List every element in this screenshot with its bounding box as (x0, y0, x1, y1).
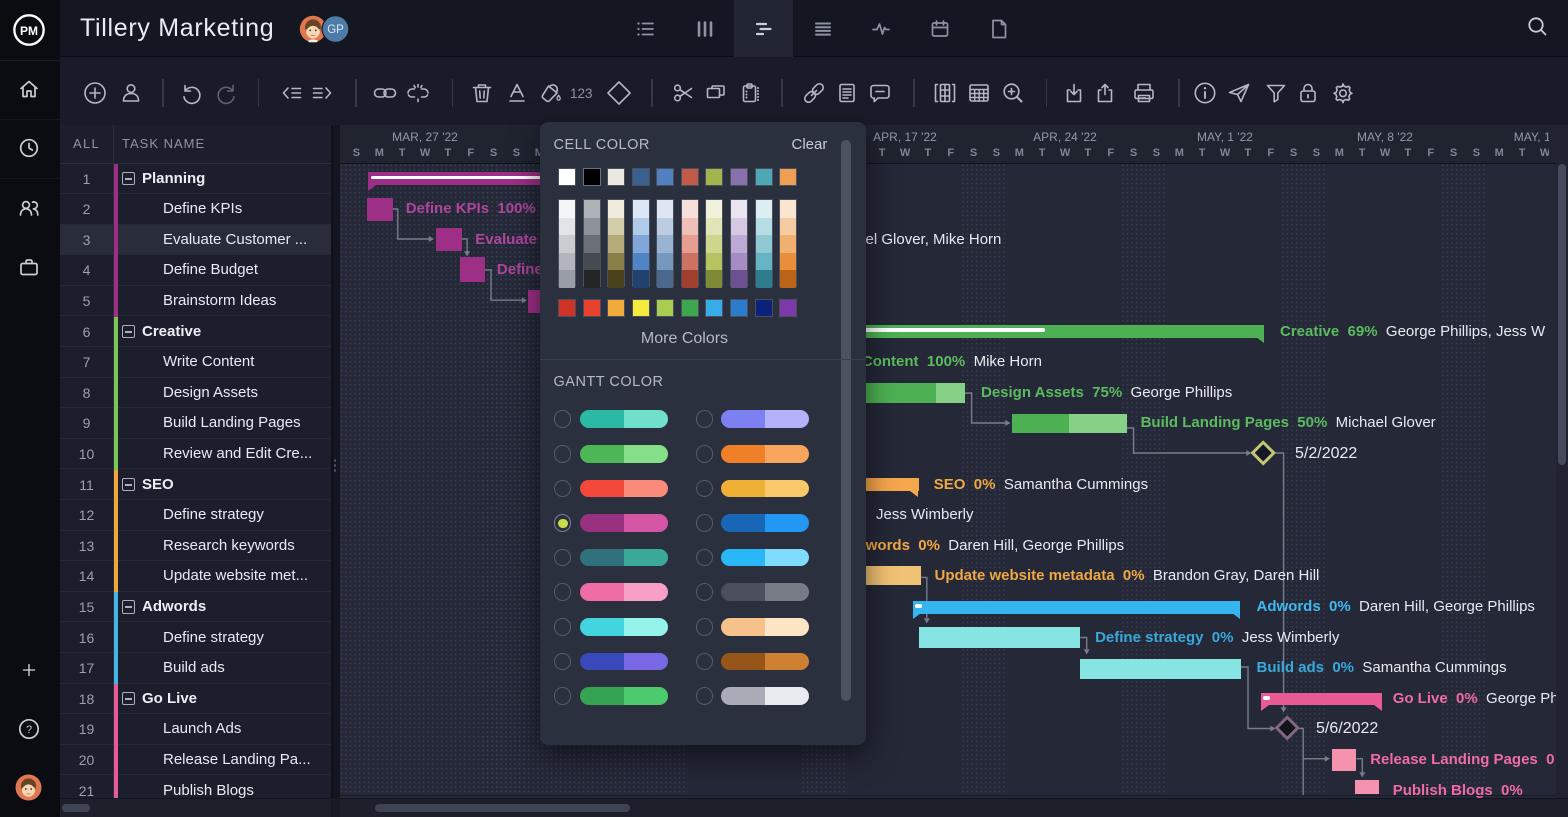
svg-text:?: ? (26, 724, 32, 736)
svg-text:GP: GP (327, 24, 344, 36)
svg-text:PM: PM (20, 24, 38, 38)
